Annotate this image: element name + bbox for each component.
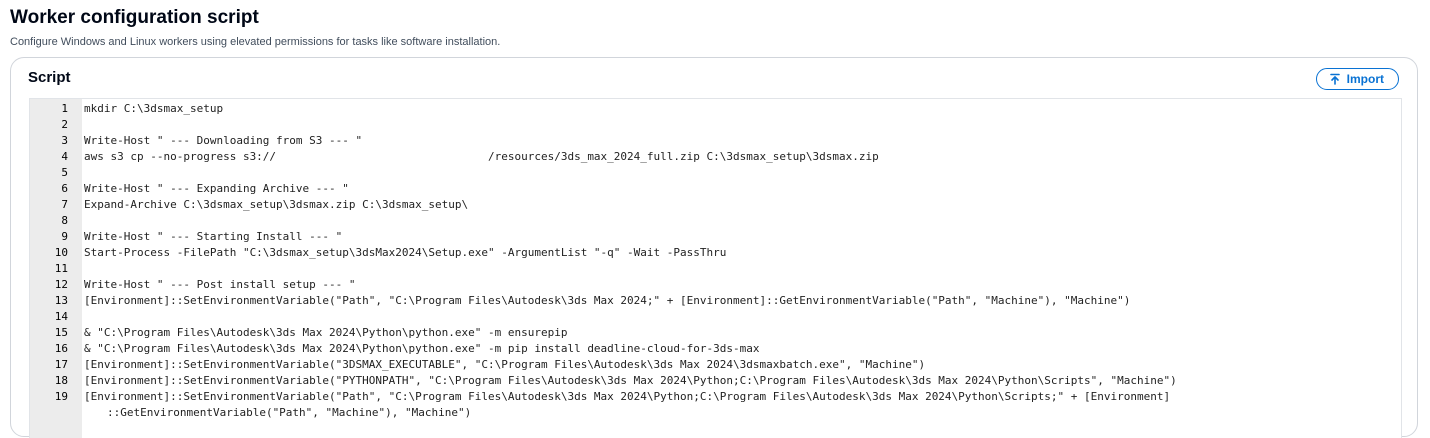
code-line-text: [Environment]::SetEnvironmentVariable("P… bbox=[84, 374, 1177, 387]
line-number: 5 bbox=[61, 166, 68, 179]
page-header: Worker configuration script Configure Wi… bbox=[10, 6, 500, 49]
line-number: 14 bbox=[54, 310, 68, 323]
code-line-text: Expand-Archive C:\3dsmax_setup\3dsmax.zi… bbox=[84, 198, 469, 211]
line-number: 19 bbox=[54, 390, 68, 403]
code-line-text: [Environment]::SetEnvironmentVariable("3… bbox=[84, 358, 926, 371]
code-line-text: aws s3 cp --no-progress s3:// /resources… bbox=[84, 150, 879, 163]
line-number: 16 bbox=[54, 342, 68, 355]
code-line-text: mkdir C:\3dsmax_setup bbox=[84, 102, 224, 115]
import-button-label: Import bbox=[1346, 72, 1384, 86]
line-number: 8 bbox=[61, 214, 68, 227]
line-number: 13 bbox=[54, 294, 68, 307]
code-line[interactable]: 8 bbox=[30, 213, 1401, 229]
code-line[interactable]: 4 aws s3 cp --no-progress s3:// /resource… bbox=[30, 149, 1401, 165]
line-number: 18 bbox=[54, 374, 68, 387]
line-number: 6 bbox=[61, 182, 68, 195]
code-line[interactable]: 12 Write-Host " --- Post install setup --… bbox=[30, 277, 1401, 293]
line-number: 1 bbox=[61, 102, 68, 115]
script-panel-title: Script bbox=[28, 69, 71, 86]
code-line-text: Write-Host " --- Expanding Archive --- " bbox=[84, 182, 349, 195]
code-line-text: Start-Process -FilePath "C:\3dsmax_setup… bbox=[84, 246, 727, 259]
code-content[interactable]: 1 mkdir C:\3dsmax_setup 2 3 Write-Host " ---… bbox=[30, 101, 1401, 421]
code-line-text: [Environment]::SetEnvironmentVariable("P… bbox=[84, 390, 1171, 403]
page-description: Configure Windows and Linux workers usin… bbox=[10, 36, 501, 48]
line-number: 7 bbox=[61, 198, 68, 211]
code-line[interactable]: 9 Write-Host " --- Starting Install --- " bbox=[30, 229, 1401, 245]
code-line-text: & "C:\Program Files\Autodesk\3ds Max 202… bbox=[84, 326, 568, 339]
code-line-text: [Environment]::SetEnvironmentVariable("P… bbox=[84, 294, 1131, 307]
code-line[interactable]: 7 Expand-Archive C:\3dsmax_setup\3dsmax.z… bbox=[30, 197, 1401, 213]
code-line[interactable]: 11 bbox=[30, 261, 1401, 277]
line-number: 17 bbox=[54, 358, 68, 371]
code-line[interactable]: 13 [Environment]::SetEnvironmentVariable(… bbox=[30, 293, 1401, 309]
import-icon bbox=[1329, 73, 1341, 85]
line-number bbox=[30, 405, 84, 421]
code-line[interactable]: 3 Write-Host " --- Downloading from S3 --… bbox=[30, 133, 1401, 149]
page-title: Worker configuration script bbox=[10, 7, 259, 28]
code-line[interactable]: 16 & "C:\Program Files\Autodesk\3ds Max 2… bbox=[30, 341, 1401, 357]
code-line[interactable]: 5 bbox=[30, 165, 1401, 181]
code-line[interactable]: 6 Write-Host " --- Expanding Archive --- … bbox=[30, 181, 1401, 197]
line-number: 11 bbox=[54, 262, 68, 275]
line-number: 3 bbox=[61, 134, 68, 147]
code-line-text: Write-Host " --- Post install setup --- … bbox=[84, 278, 356, 291]
code-line-text: ::GetEnvironmentVariable("Path", "Machin… bbox=[107, 406, 472, 419]
line-number: 4 bbox=[61, 150, 68, 163]
code-line-text: Write-Host " --- Starting Install --- " bbox=[84, 230, 343, 243]
line-number: 15 bbox=[54, 326, 68, 339]
code-line[interactable]: 17 [Environment]::SetEnvironmentVariable(… bbox=[30, 357, 1401, 373]
line-number: 10 bbox=[54, 246, 68, 259]
code-line[interactable]: 14 bbox=[30, 309, 1401, 325]
code-line[interactable]: 1 mkdir C:\3dsmax_setup bbox=[30, 101, 1401, 117]
code-line[interactable]: 18 [Environment]::SetEnvironmentVariable(… bbox=[30, 373, 1401, 389]
line-number: 12 bbox=[54, 278, 68, 291]
code-line[interactable]: 10 Start-Process -FilePath "C:\3dsmax_set… bbox=[30, 245, 1401, 261]
line-number: 9 bbox=[61, 230, 68, 243]
code-line[interactable]: 19 [Environment]::SetEnvironmentVariable(… bbox=[30, 389, 1401, 405]
line-number: 2 bbox=[61, 118, 68, 131]
import-button[interactable]: Import bbox=[1315, 68, 1399, 90]
code-editor[interactable]: 1 mkdir C:\3dsmax_setup 2 3 Write-Host " ---… bbox=[29, 98, 1402, 438]
script-panel: Script Import 1 mkdir C:\3dsmax_setup 2 3 Wr… bbox=[10, 57, 1418, 438]
code-line-text: & "C:\Program Files\Autodesk\3ds Max 202… bbox=[84, 342, 760, 355]
code-line[interactable]: 15 & "C:\Program Files\Autodesk\3ds Max 2… bbox=[30, 325, 1401, 341]
code-line[interactable]: ::GetEnvironmentVariable("Path", "Machin… bbox=[30, 405, 1401, 421]
code-line[interactable]: 2 bbox=[30, 117, 1401, 133]
code-line-text: Write-Host " --- Downloading from S3 ---… bbox=[84, 134, 363, 147]
